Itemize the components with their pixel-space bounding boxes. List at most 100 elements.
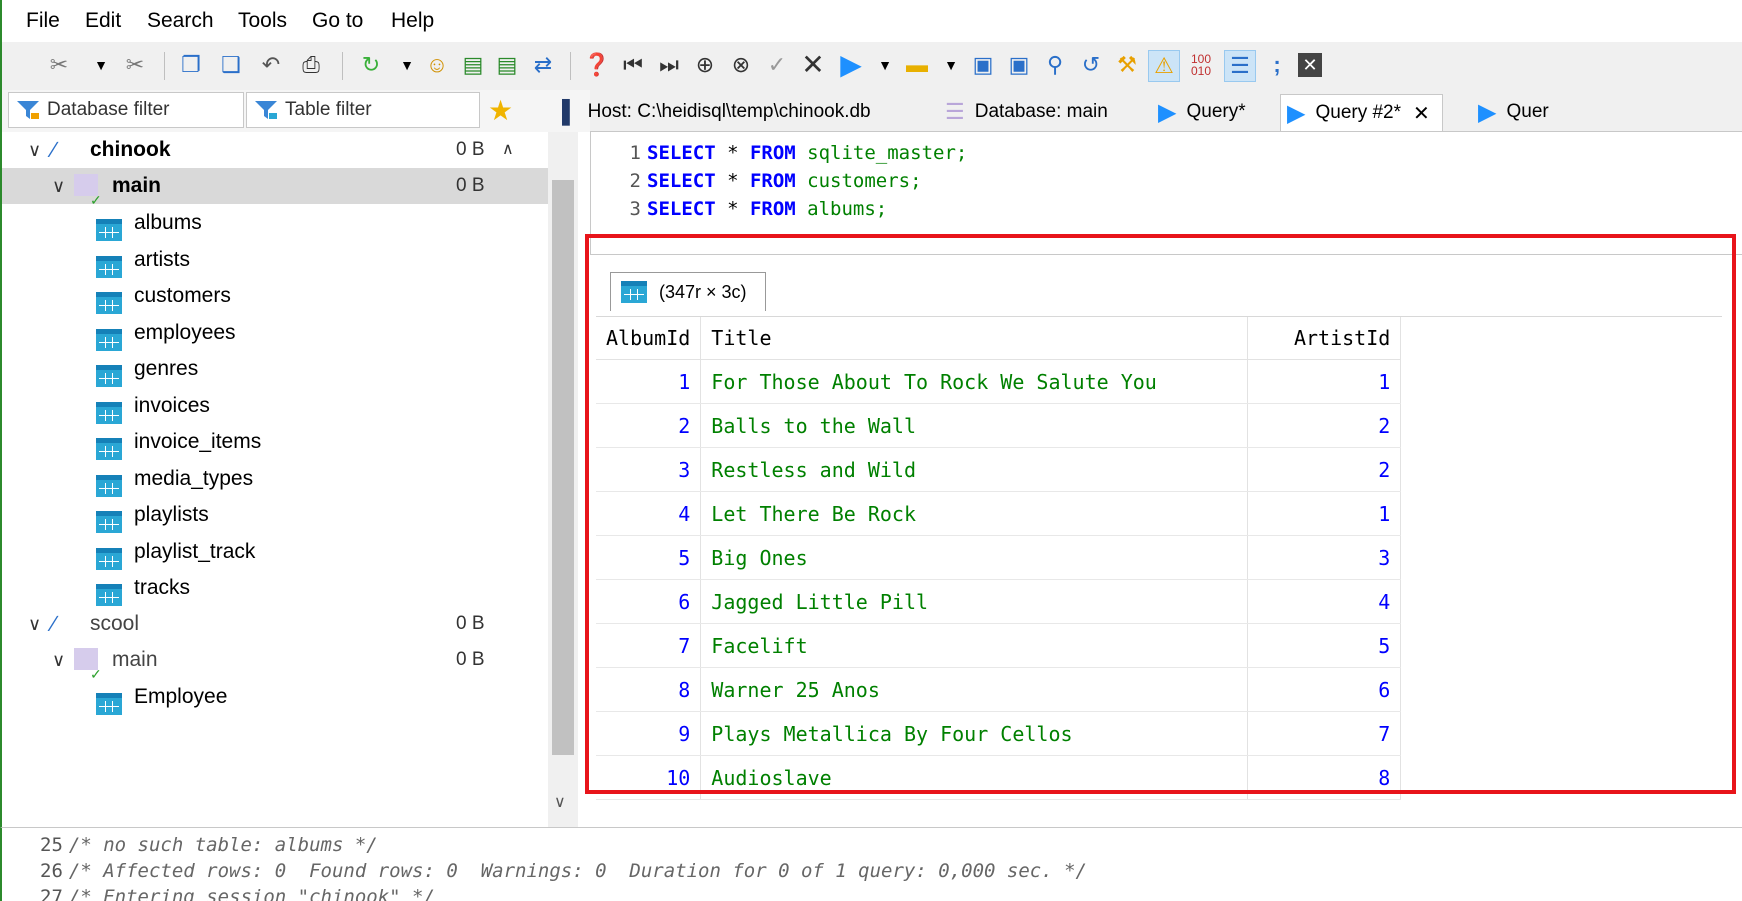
menu-search[interactable]: Search <box>147 9 214 33</box>
table-cell[interactable]: 6 <box>1247 667 1402 712</box>
tree-table-item[interactable]: media_types <box>2 461 548 497</box>
table-cell[interactable]: 2 <box>1247 447 1402 492</box>
dropdown-arrow-icon[interactable]: ▼ <box>870 50 900 80</box>
semicolon-icon[interactable]: ; <box>1262 50 1292 80</box>
result-grid[interactable]: AlbumId Title ArtistId 1 For Those About … <box>596 316 1722 827</box>
table-row[interactable]: 7 Facelift 5 <box>596 623 1402 668</box>
column-header[interactable]: ArtistId <box>1247 317 1402 360</box>
tab-query-1[interactable]: ▶ Query* <box>1158 94 1246 130</box>
paste-icon[interactable]: ❑ <box>216 50 246 80</box>
tab-query-2[interactable]: ▶ Query #2* ✕ <box>1280 94 1443 131</box>
dropdown-arrow-icon[interactable]: ▼ <box>392 50 422 80</box>
tree-table-item[interactable]: Employee <box>2 679 548 716</box>
menu-edit[interactable]: Edit <box>85 9 121 33</box>
tree-table-item[interactable]: playlists <box>2 497 548 534</box>
user-manager-icon[interactable]: ☺ <box>422 50 452 80</box>
tree-table-item[interactable]: artists <box>2 242 548 278</box>
table-filter-input[interactable]: Table filter <box>246 92 480 128</box>
dropdown-arrow-icon[interactable]: ▼ <box>936 50 966 80</box>
table-cell[interactable]: Facelift <box>700 623 1249 668</box>
table-row[interactable]: 2 Balls to the Wall 2 <box>596 403 1402 448</box>
tree-table-item[interactable]: employees <box>2 315 548 351</box>
connect-icon[interactable]: ✂ <box>44 50 74 80</box>
disconnect-icon[interactable]: ✂ <box>120 50 150 80</box>
tab-query-3[interactable]: ▶ Quer <box>1478 94 1549 130</box>
table-cell[interactable]: 4 <box>1247 579 1402 624</box>
table-cell[interactable]: Plays Metallica By Four Cellos <box>700 711 1249 756</box>
word-wrap-icon[interactable]: ☰ <box>1224 50 1256 82</box>
save-snippet-icon[interactable]: ▣ <box>1004 50 1034 80</box>
table-cell[interactable]: Audioslave <box>700 755 1249 800</box>
close-icon[interactable]: ✕ <box>1413 101 1430 126</box>
copy-icon[interactable]: ❐ <box>176 50 206 80</box>
tree-scrollbar-thumb[interactable] <box>552 180 574 755</box>
table-cell[interactable]: 2 <box>1247 403 1402 448</box>
table-row[interactable]: 3 Restless and Wild 2 <box>596 447 1402 492</box>
tree-db-scool[interactable]: ∨ ∕ scool 0 B <box>2 606 548 642</box>
table-cell[interactable]: 3 <box>596 447 702 492</box>
menu-goto[interactable]: Go to <box>312 9 363 33</box>
menu-help[interactable]: Help <box>391 9 434 33</box>
table-cell[interactable]: 8 <box>596 667 702 712</box>
sql-editor[interactable]: 1 SELECT * FROM sqlite_master; 2 SELECT * … <box>590 132 1742 254</box>
scroll-up-icon[interactable]: ∧ <box>502 132 514 168</box>
table-cell[interactable]: 6 <box>596 579 702 624</box>
table-row[interactable]: 5 Big Ones 3 <box>596 535 1402 580</box>
insert-record-icon[interactable]: ⊕ <box>690 50 720 80</box>
table-cell[interactable]: For Those About To Rock We Salute You <box>700 359 1249 404</box>
cancel-icon[interactable]: ✕ <box>798 50 828 80</box>
table-cell[interactable]: Jagged Little Pill <box>700 579 1249 624</box>
table-cell[interactable]: 4 <box>596 491 702 536</box>
table-cell[interactable]: Let There Be Rock <box>700 491 1249 536</box>
table-row[interactable]: 8 Warner 25 Anos 6 <box>596 667 1402 712</box>
tab-host[interactable]: ▌ Host: C:\heidisql\temp\chinook.db <box>562 94 871 130</box>
tree-table-item[interactable]: playlist_track <box>2 534 548 570</box>
tree-table-item[interactable]: customers <box>2 278 548 315</box>
table-cell[interactable]: 3 <box>1247 535 1402 580</box>
close-tab-icon[interactable]: ✕ <box>1298 53 1322 77</box>
tree-db-chinook[interactable]: ∨ ∕ chinook 0 B ∧ <box>2 132 548 168</box>
dropdown-arrow-icon[interactable]: ▼ <box>86 50 116 80</box>
help-icon[interactable]: ❓ <box>582 50 612 80</box>
tree-table-item[interactable]: genres <box>2 351 548 388</box>
table-cell[interactable]: 7 <box>1247 711 1402 756</box>
table-row[interactable]: 1 For Those About To Rock We Salute You 1 <box>596 359 1402 404</box>
tree-table-item[interactable]: albums <box>2 205 548 242</box>
table-cell[interactable]: Balls to the Wall <box>700 403 1249 448</box>
refresh-icon[interactable]: ↻ <box>356 50 386 80</box>
post-icon[interactable]: ✓ <box>762 50 792 80</box>
table-cell[interactable]: 1 <box>596 359 702 404</box>
sync-icon[interactable]: ⇄ <box>528 50 558 80</box>
scroll-down-icon[interactable]: ∨ <box>554 792 566 812</box>
print-icon[interactable]: ⎙ <box>296 50 326 80</box>
tree-schema-main[interactable]: ∨ ✓ main 0 B <box>2 642 548 682</box>
table-row[interactable]: 4 Let There Be Rock 1 <box>596 491 1402 536</box>
tree-table-item[interactable]: invoices <box>2 388 548 424</box>
tab-database[interactable]: ☰ Database: main <box>945 94 1108 130</box>
result-tab[interactable]: (347r × 3c) <box>610 272 766 311</box>
format-sql-icon[interactable]: ⚒ <box>1112 50 1142 80</box>
table-cell[interactable]: 1 <box>1247 491 1402 536</box>
table-cell[interactable]: 5 <box>596 535 702 580</box>
undo-icon[interactable]: ↶ <box>256 50 286 80</box>
database-filter-input[interactable]: Database filter <box>8 92 244 128</box>
table-cell[interactable]: 5 <box>1247 623 1402 668</box>
table-cell[interactable]: 1 <box>1247 359 1402 404</box>
table-cell[interactable]: 8 <box>1247 755 1402 800</box>
menu-file[interactable]: File <box>26 9 60 33</box>
table-cell[interactable]: Warner 25 Anos <box>700 667 1249 712</box>
table-cell[interactable]: 9 <box>596 711 702 756</box>
column-header[interactable]: AlbumId <box>596 317 702 360</box>
table-row[interactable]: 9 Plays Metallica By Four Cellos 7 <box>596 711 1402 756</box>
table-cell[interactable]: 10 <box>596 755 702 800</box>
first-record-icon[interactable]: ⏮ <box>618 50 648 80</box>
table-row[interactable]: 10 Audioslave 8 <box>596 755 1402 800</box>
last-record-icon[interactable]: ⏭ <box>654 50 684 80</box>
import-icon[interactable]: ▤ <box>492 50 522 80</box>
replace-icon[interactable]: ↺ <box>1076 50 1106 80</box>
tree-schema-main[interactable]: ∨ ✓ main 0 B <box>2 168 548 208</box>
table-row[interactable]: 6 Jagged Little Pill 4 <box>596 579 1402 624</box>
warnings-icon[interactable]: ⚠ <box>1148 50 1180 82</box>
save-icon[interactable]: ▣ <box>968 50 998 80</box>
table-cell[interactable]: 7 <box>596 623 702 668</box>
